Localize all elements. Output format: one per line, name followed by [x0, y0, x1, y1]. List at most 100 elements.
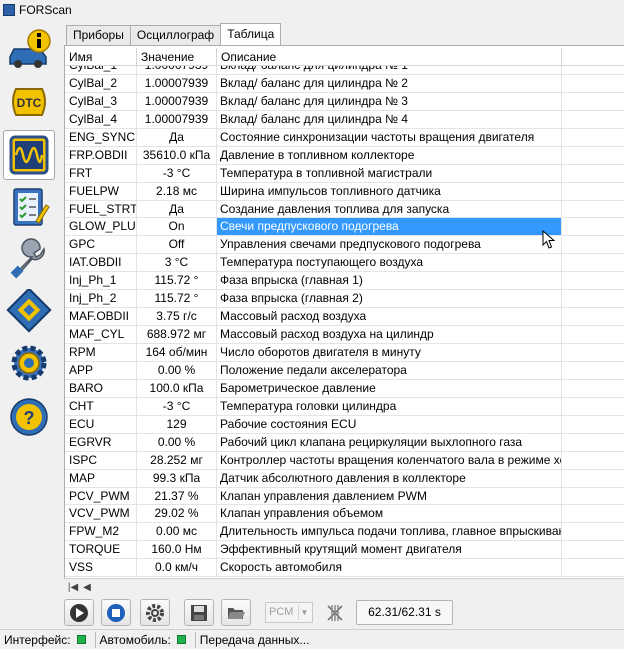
- table-row[interactable]: FUELPW 2.18 мс Ширина импульсов топливного…: [65, 182, 624, 201]
- open-button[interactable]: [221, 599, 251, 626]
- table-row[interactable]: FPW_M2 0.00 мс Длительность импульса подач…: [65, 523, 624, 542]
- cell-name: ENG_SYNC: [65, 128, 137, 146]
- dtc-icon: DTC: [12, 88, 46, 116]
- table-row[interactable]: VCV_PWM 29.02 % Клапан управления объемом: [65, 505, 624, 524]
- table-body: CylBal_11.00007939Вклад/ баланс для цили…: [65, 57, 624, 578]
- table-row[interactable]: GLOW_PLUGOnСвечи предпускового подогрева: [65, 218, 624, 237]
- cell-description: Создание давления топлива для запуска: [217, 200, 562, 218]
- table-row[interactable]: IAT.OBDII 3 °C Температура поступающего во…: [65, 254, 624, 273]
- bottom-toolbar: PCM ▼ 62.31/62.31 s: [64, 597, 624, 627]
- cell-name: Inj_Ph_1: [65, 272, 137, 290]
- play-button[interactable]: [64, 599, 94, 626]
- table-row[interactable]: CylBal_3 1.00007939 Вклад/ баланс для цили…: [65, 92, 624, 111]
- cell-description: Массовый расход воздуха: [217, 308, 562, 326]
- sidebar-item-help[interactable]: ?: [3, 392, 55, 442]
- table-row[interactable]: CHT -3 °C Температура головки цилиндра: [65, 397, 624, 416]
- column-header-name[interactable]: Имя: [65, 48, 137, 66]
- table-row[interactable]: MAP 99.3 кПа Датчик абсолютного давления в…: [65, 469, 624, 488]
- sidebar-item-dtc[interactable]: DTC: [3, 78, 55, 128]
- table-row[interactable]: FRT -3 °C Температура в топливной магистра…: [65, 164, 624, 183]
- cell-description: Рабочие состояния ECU: [217, 415, 562, 433]
- settings-gear-icon: [11, 345, 47, 381]
- table-row[interactable]: ENG_SYNC Да Состояние синхронизации частот…: [65, 128, 624, 147]
- oscilloscope-icon: [9, 135, 49, 175]
- scroll-first-icon[interactable]: |◀: [66, 581, 80, 594]
- wrench-icon: [10, 238, 45, 279]
- table-row[interactable]: MAF.OBDII 3.75 г/с Массовый расход воздуха: [65, 308, 624, 327]
- cell-description: Клапан управления объемом: [217, 505, 562, 523]
- module-select[interactable]: PCM ▼: [265, 602, 313, 623]
- table-row[interactable]: TORQUE 160.0 Нм Эффективный крутящий момен…: [65, 541, 624, 560]
- cell-description: Фаза впрыска (главная 2): [217, 290, 562, 308]
- stop-button[interactable]: [101, 599, 131, 626]
- cell-value: Да: [137, 200, 217, 218]
- tab-table[interactable]: Таблица: [220, 23, 282, 45]
- column-header-value[interactable]: Значение: [137, 48, 217, 66]
- window-title: FORScan: [19, 2, 72, 17]
- tab-gauges[interactable]: Приборы: [66, 25, 131, 45]
- table-row[interactable]: FUEL_STRT Да Создание давления топлива для…: [65, 200, 624, 219]
- cell-value: 129: [137, 415, 217, 433]
- table-row[interactable]: APP 0.00 % Положение педали акселератора: [65, 361, 624, 380]
- cell-name: TORQUE: [65, 541, 137, 559]
- sidebar: DTC ?: [0, 20, 58, 628]
- column-header-description[interactable]: Описание: [217, 48, 562, 66]
- save-button[interactable]: [184, 599, 214, 626]
- horizontal-scrollbar[interactable]: |◀ ◀: [64, 578, 624, 595]
- table-row[interactable]: Inj_Ph_2 115.72 ° Фаза впрыска (главная 2): [65, 290, 624, 309]
- cell-name: BARO: [65, 379, 137, 397]
- table-row[interactable]: CylBal_2 1.00007939 Вклад/ баланс для цили…: [65, 74, 624, 93]
- cell-value: 28.252 мг: [137, 451, 217, 469]
- table-row[interactable]: EGRVR 0.00 % Рабочий цикл клапана рециркул…: [65, 433, 624, 452]
- table-row[interactable]: BARO 100.0 кПа Барометрическое давление: [65, 379, 624, 398]
- cell-name: RPM: [65, 344, 137, 361]
- save-icon: [191, 604, 207, 621]
- scroll-left-icon[interactable]: ◀: [80, 581, 94, 594]
- cell-description: Свечи предпускового подогрева: [217, 218, 562, 236]
- table-row[interactable]: RPM 164 об/мин Число оборотов двигателя в …: [65, 344, 624, 362]
- cell-name: MAF.OBDII: [65, 308, 137, 326]
- vehicle-status-led: [176, 635, 186, 644]
- play-icon: [70, 603, 88, 622]
- table-row[interactable]: GPC Off Управления свечами предпускового п…: [65, 236, 624, 255]
- cell-name: CylBal_3: [65, 92, 137, 110]
- cell-value: Да: [137, 128, 217, 146]
- chip-icon: [6, 289, 52, 333]
- table-row[interactable]: CylBal_4 1.00007939 Вклад/ баланс для цили…: [65, 110, 624, 129]
- cell-name: PCV_PWM: [65, 487, 137, 505]
- sidebar-item-oscilloscope[interactable]: [3, 130, 55, 180]
- mouse-cursor-icon: [542, 230, 556, 249]
- cell-description: Массовый расход воздуха на цилиндр: [217, 326, 562, 343]
- cell-value: 3.75 г/с: [137, 308, 217, 326]
- sidebar-item-programming[interactable]: [3, 286, 55, 336]
- cell-description: Положение педали акселератора: [217, 361, 562, 379]
- cell-value: 1.00007939: [137, 74, 217, 92]
- sidebar-item-service[interactable]: [3, 234, 55, 284]
- cell-description: Скорость автомобиля: [217, 559, 562, 577]
- checklist-icon: [13, 188, 50, 226]
- tab-oscilloscope[interactable]: Осциллограф: [129, 25, 222, 45]
- module-select-value: PCM: [269, 606, 294, 618]
- sidebar-item-settings[interactable]: [3, 338, 55, 388]
- settings-button[interactable]: [140, 599, 170, 626]
- table-row[interactable]: VSS 0.0 км/ч Скорость автомобиля: [65, 559, 624, 578]
- table-row[interactable]: FRP.OBDII 35610.0 кПа Давление в топливном…: [65, 146, 624, 165]
- table-row[interactable]: ECU 129 Рабочие состояния ECU: [65, 415, 624, 434]
- table-row[interactable]: PCV_PWM 21.37 % Клапан управления давление…: [65, 487, 624, 506]
- cell-value: 35610.0 кПа: [137, 146, 217, 164]
- disconnect-button[interactable]: [320, 599, 350, 626]
- sidebar-item-info[interactable]: [3, 24, 55, 74]
- cell-name: ISPC: [65, 451, 137, 469]
- cell-value: 0.00 %: [137, 361, 217, 379]
- cell-value: 100.0 кПа: [137, 379, 217, 397]
- stop-icon: [107, 603, 125, 622]
- cell-description: Вклад/ баланс для цилиндра № 2: [217, 74, 562, 92]
- cell-value: -3 °C: [137, 164, 217, 182]
- table-row[interactable]: Inj_Ph_1 115.72 ° Фаза впрыска (главная 1): [65, 272, 624, 291]
- cell-name: GPC: [65, 236, 137, 254]
- cell-description: Клапан управления давлением PWM: [217, 487, 562, 505]
- sidebar-item-checklist[interactable]: [3, 182, 55, 232]
- cell-description: Барометрическое давление: [217, 379, 562, 397]
- table-row[interactable]: MAF_CYL 688.972 мг Массовый расход воздуха…: [65, 326, 624, 344]
- table-row[interactable]: ISPC 28.252 мг Контроллер частоты вращения…: [65, 451, 624, 470]
